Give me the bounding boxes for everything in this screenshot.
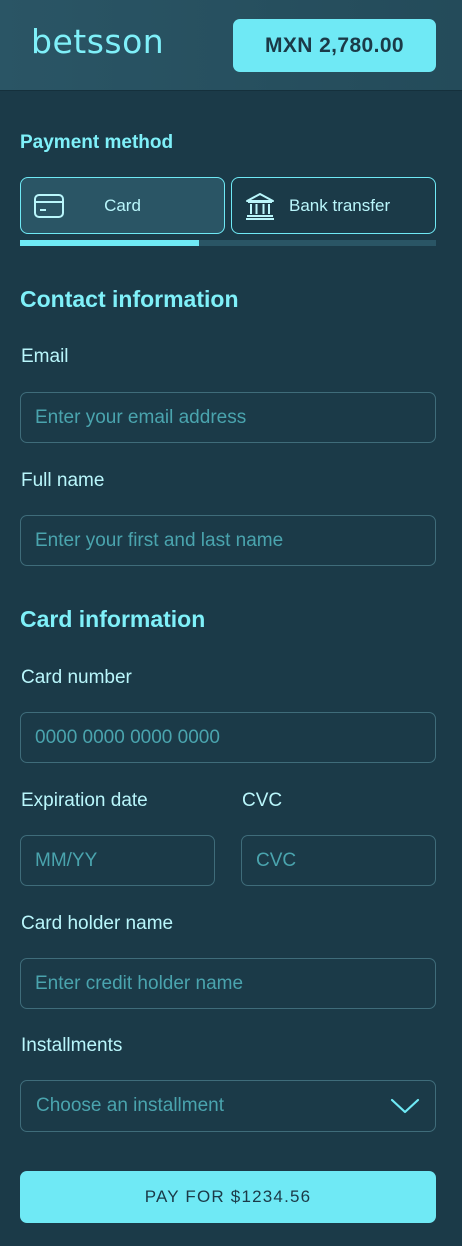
checkout-page: betsson MXN 2,780.00 Payment method Card — [0, 0, 462, 1246]
installments-select[interactable]: Choose an installment — [20, 1080, 436, 1132]
balance-badge: MXN 2,780.00 — [233, 19, 436, 72]
tab-card-label: Card — [104, 196, 141, 215]
payment-method-tabs: Card Bank transfer — [20, 177, 436, 234]
card-information-title: Card information — [20, 606, 206, 632]
card-holder-name-field[interactable] — [20, 958, 436, 1009]
expiration-date-label: Expiration date — [21, 790, 148, 811]
payment-method-label: Payment method — [20, 132, 174, 153]
installments-label: Installments — [21, 1035, 123, 1056]
header: betsson MXN 2,780.00 — [0, 0, 462, 91]
email-label: Email — [21, 346, 69, 367]
expiration-date-field[interactable] — [20, 835, 215, 886]
card-number-label: Card number — [21, 667, 132, 688]
tab-card[interactable]: Card — [20, 177, 225, 234]
cvc-label: CVC — [242, 790, 283, 811]
chevron-down-icon — [390, 1098, 420, 1114]
card-holder-name-label: Card holder name — [21, 913, 174, 934]
pay-button[interactable]: PAY FOR $1234.56 — [20, 1171, 436, 1223]
full-name-field[interactable] — [20, 515, 436, 566]
full-name-label: Full name — [21, 470, 105, 491]
tab-bank-transfer-label: Bank transfer — [289, 196, 391, 215]
tab-scroll-indicator-fill — [20, 240, 199, 246]
email-field[interactable] — [20, 392, 436, 443]
contact-information-title: Contact information — [20, 286, 239, 312]
card-number-field[interactable] — [20, 712, 436, 763]
tab-bank-transfer[interactable]: Bank transfer — [231, 177, 436, 234]
installments-placeholder: Choose an installment — [36, 1095, 224, 1116]
bank-icon — [246, 193, 274, 220]
cvc-field[interactable] — [241, 835, 436, 886]
brand-logo: betsson — [31, 22, 165, 61]
tab-scroll-indicator — [20, 240, 436, 246]
